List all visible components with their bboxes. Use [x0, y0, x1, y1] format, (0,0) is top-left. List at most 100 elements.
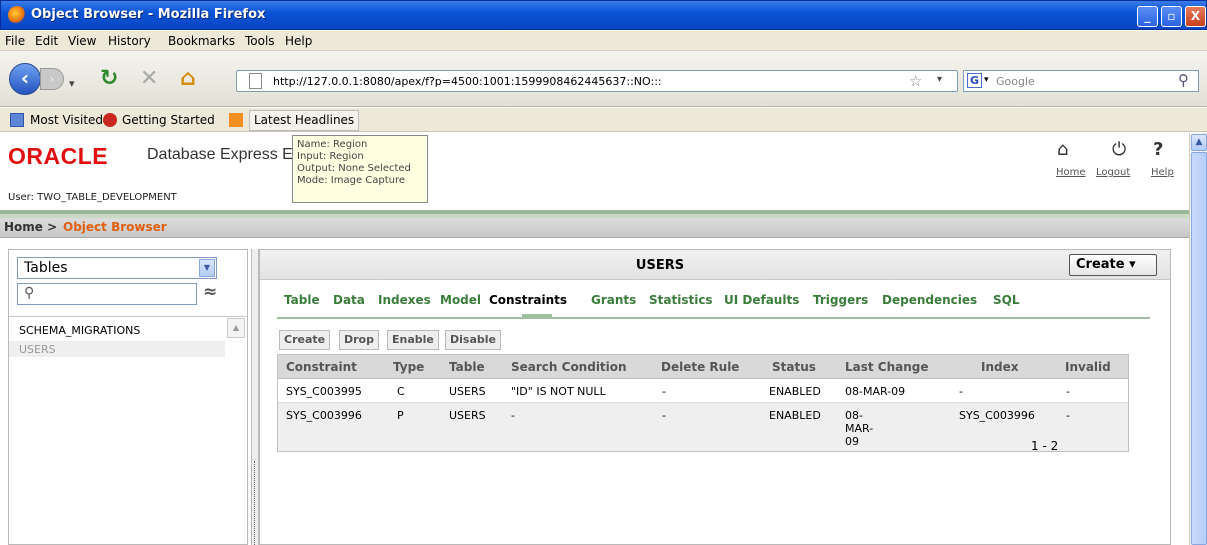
chevron-down-icon: ▾	[1129, 257, 1136, 272]
home-link[interactable]: Home	[1056, 167, 1086, 178]
vertical-scrollbar[interactable]: ▲	[1189, 133, 1207, 545]
most-visited-icon	[10, 113, 24, 127]
table-header: Constraint Type Table Search Condition D…	[278, 355, 1128, 379]
breadcrumb-home[interactable]: Home >	[4, 220, 57, 234]
active-tab-indicator	[522, 314, 552, 318]
back-button[interactable]: ‹	[9, 63, 41, 95]
cell-index: SYS_C003996	[959, 409, 1035, 422]
tab-sql[interactable]: SQL	[993, 293, 1020, 307]
object-type-select[interactable]: Tables ▼	[17, 257, 217, 279]
col-type[interactable]: Type	[393, 360, 424, 374]
object-list-panel: Tables ▼ ⚲ ≈ SCHEMA_MIGRATIONS USERS ▲	[8, 249, 248, 545]
col-constraint[interactable]: Constraint	[286, 360, 357, 374]
menu-file[interactable]: File	[5, 34, 25, 48]
cell-status: ENABLED	[769, 409, 821, 422]
scrollbar-thumb[interactable]	[1191, 152, 1207, 545]
col-invalid[interactable]: Invalid	[1065, 360, 1111, 374]
menu-tools[interactable]: Tools	[245, 34, 275, 48]
tab-dependencies[interactable]: Dependencies	[882, 293, 977, 307]
stop-icon[interactable]: ✕	[140, 68, 158, 90]
page-icon	[249, 73, 262, 89]
history-dropdown-icon[interactable]: ▾	[69, 73, 75, 95]
list-item-schema-migrations[interactable]: SCHEMA_MIGRATIONS	[19, 324, 140, 337]
region-tooltip: Name: Region Input: Region Output: None …	[292, 135, 428, 203]
tab-constraints[interactable]: Constraints	[489, 293, 567, 307]
menu-help[interactable]: Help	[285, 34, 312, 48]
col-delete-rule[interactable]: Delete Rule	[661, 360, 739, 374]
pagination-text: 1 - 2	[1031, 439, 1059, 453]
tab-ui-defaults[interactable]: UI Defaults	[724, 293, 799, 307]
chevron-down-icon[interactable]: ▼	[199, 259, 215, 277]
url-dropdown-icon[interactable]: ▾	[937, 74, 942, 85]
rss-icon	[229, 113, 243, 127]
refresh-icon[interactable]: ≈	[203, 282, 217, 302]
tab-data[interactable]: Data	[333, 293, 365, 307]
disable-constraint-button[interactable]: Disable	[445, 330, 501, 350]
google-icon[interactable]: G	[967, 73, 982, 88]
panel-splitter[interactable]	[251, 249, 259, 545]
create-constraint-button[interactable]: Create	[279, 330, 331, 350]
breadcrumb: Home > Object Browser	[0, 218, 1189, 238]
help-icon[interactable]: ?	[1153, 139, 1163, 160]
col-index[interactable]: Index	[981, 360, 1018, 374]
bookmark-getting-started[interactable]: Getting Started	[122, 113, 215, 127]
object-detail-panel: USERS Create ▾ Table Data Indexes Model …	[259, 249, 1171, 545]
current-user: User: TWO_TABLE_DEVELOPMENT	[8, 192, 177, 203]
tab-underline	[277, 317, 1150, 319]
object-search-input[interactable]: ⚲	[17, 283, 197, 305]
list-item-users[interactable]: USERS	[19, 343, 56, 356]
menu-bookmarks[interactable]: Bookmarks	[168, 34, 235, 48]
search-bar[interactable]: G ▾ Google ⚲	[963, 70, 1199, 92]
create-menu-button[interactable]: Create ▾	[1069, 254, 1157, 276]
firefox-icon	[8, 6, 26, 24]
cell-delete-rule: -	[662, 409, 666, 422]
cell-last-change: 08-MAR-09	[845, 385, 906, 398]
home-link-icon[interactable]: ⌂	[1057, 139, 1068, 160]
col-status[interactable]: Status	[772, 360, 816, 374]
col-search-condition[interactable]: Search Condition	[511, 360, 627, 374]
tab-grants[interactable]: Grants	[591, 293, 636, 307]
maximize-button[interactable]: ▫	[1161, 6, 1182, 27]
window-titlebar: Object Browser - Mozilla Firefox _ ▫ X	[0, 0, 1207, 30]
cell-search-condition: -	[511, 409, 515, 422]
reload-icon[interactable]: ↻	[100, 68, 118, 90]
navigation-toolbar: ‹ › ▾ ↻ ✕ ⌂ http://127.0.0.1:8080/apex/f…	[0, 51, 1207, 107]
minimize-button[interactable]: _	[1137, 6, 1158, 27]
menu-view[interactable]: View	[68, 34, 96, 48]
page-content: ORACLE Database Express Edition User: TW…	[0, 133, 1189, 545]
cell-table: USERS	[449, 409, 486, 422]
tab-statistics[interactable]: Statistics	[649, 293, 713, 307]
logout-icon[interactable]: ⏻	[1112, 139, 1126, 160]
logout-link[interactable]: Logout	[1096, 167, 1130, 178]
search-placeholder: Google	[996, 75, 1035, 88]
tab-model[interactable]: Model	[440, 293, 481, 307]
home-icon[interactable]: ⌂	[180, 68, 196, 90]
tab-indexes[interactable]: Indexes	[378, 293, 431, 307]
forward-button[interactable]: ›	[40, 68, 64, 90]
bookmarks-toolbar: Most Visited Getting Started Latest Head…	[0, 108, 1207, 132]
search-engine-dropdown-icon[interactable]: ▾	[984, 75, 989, 85]
col-last-change[interactable]: Last Change	[845, 360, 929, 374]
menu-edit[interactable]: Edit	[35, 34, 58, 48]
scroll-up-icon[interactable]: ▲	[1191, 134, 1207, 151]
list-scroll-up[interactable]: ▲	[227, 318, 245, 338]
col-table[interactable]: Table	[449, 360, 485, 374]
drop-constraint-button[interactable]: Drop	[339, 330, 379, 350]
menu-history[interactable]: History	[108, 34, 151, 48]
detail-header: USERS Create ▾	[260, 250, 1170, 280]
star-icon[interactable]: ☆	[909, 72, 922, 90]
close-button[interactable]: X	[1185, 6, 1206, 27]
url-text: http://127.0.0.1:8080/apex/f?p=4500:1001…	[273, 75, 662, 88]
magnifier-icon[interactable]: ⚲	[1178, 71, 1189, 89]
enable-constraint-button[interactable]: Enable	[387, 330, 439, 350]
window-title: Object Browser - Mozilla Firefox	[31, 7, 266, 22]
cell-invalid: -	[1066, 409, 1070, 422]
bookmark-most-visited[interactable]: Most Visited	[30, 113, 103, 127]
url-bar[interactable]: http://127.0.0.1:8080/apex/f?p=4500:1001…	[236, 70, 958, 92]
list-divider	[9, 316, 247, 317]
bookmark-latest-headlines[interactable]: Latest Headlines	[249, 110, 360, 131]
tab-table[interactable]: Table	[284, 293, 320, 307]
tab-triggers[interactable]: Triggers	[813, 293, 868, 307]
constraints-table: Constraint Type Table Search Condition D…	[277, 354, 1129, 453]
help-link[interactable]: Help	[1151, 167, 1174, 178]
